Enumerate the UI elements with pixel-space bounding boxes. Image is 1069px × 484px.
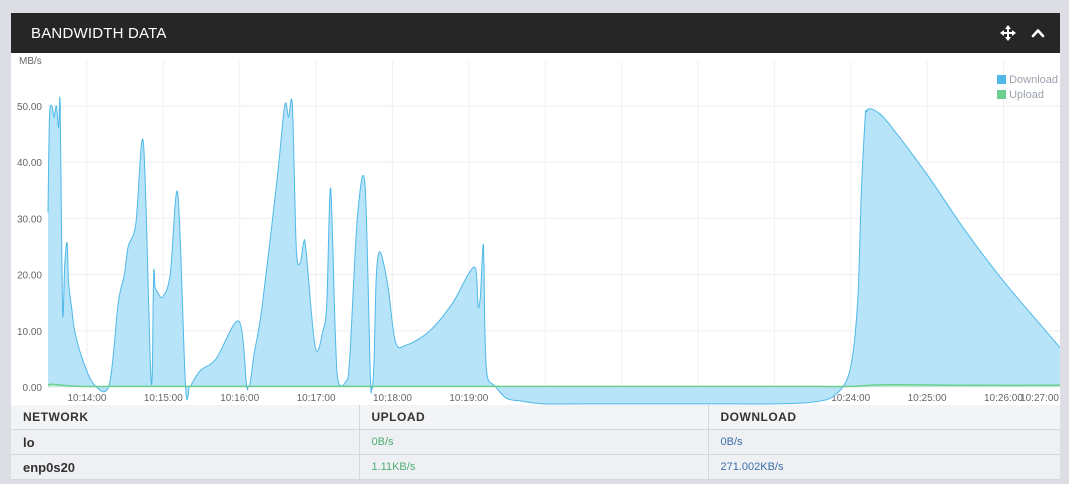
bandwidth-chart: 0.00 10.00 20.00 30.00 40.00 50.00 10:14:00 10:… — [11, 53, 1060, 405]
move-arrows-icon[interactable] — [1000, 25, 1016, 41]
x-tick-label: 10:15:00 — [144, 393, 183, 404]
upload-cell: 1.11KB/s — [359, 454, 709, 480]
network-name-cell: enp0s20 — [11, 454, 360, 480]
network-table: NETWORK UPLOAD DOWNLOAD lo 0B/s 0B/s enp… — [11, 405, 1060, 480]
bandwidth-widget: BANDWIDTH DATA 0.00 10.00 20.00 30.00 40… — [11, 13, 1060, 480]
legend-item-upload[interactable]: Upload — [997, 87, 1058, 102]
x-tick-label: 10:25:00 — [908, 393, 947, 404]
table-header-row: NETWORK UPLOAD DOWNLOAD — [11, 405, 1060, 430]
header-upload[interactable]: UPLOAD — [359, 405, 709, 430]
table-row: enp0s20 1.11KB/s 271.002KB/s — [11, 454, 1060, 480]
chart-legend: Download Upload — [997, 72, 1058, 102]
x-tick-label: 10:19:00 — [449, 393, 488, 404]
legend-swatch-download — [997, 75, 1007, 84]
x-tick-label: 10:27:00 — [1020, 393, 1059, 404]
download-cell: 0B/s — [708, 429, 1060, 455]
widget-title: BANDWIDTH DATA — [31, 24, 167, 42]
y-tick-label: 30.00 — [17, 214, 42, 225]
x-tick-label: 10:24:00 — [831, 393, 870, 404]
header-tools — [1000, 25, 1046, 41]
x-tick-label: 10:14:00 — [67, 393, 106, 404]
y-tick-label: 10.00 — [17, 327, 42, 338]
y-tick-label: 20.00 — [17, 271, 42, 282]
widget-header: BANDWIDTH DATA — [11, 13, 1060, 53]
legend-swatch-upload — [997, 90, 1007, 99]
upload-cell: 0B/s — [359, 429, 709, 455]
x-tick-label: 10:17:00 — [297, 393, 336, 404]
legend-item-download[interactable]: Download — [997, 72, 1058, 87]
header-download[interactable]: DOWNLOAD — [708, 405, 1060, 430]
table-row: lo 0B/s 0B/s — [11, 429, 1060, 455]
y-axis-label: MB/s — [19, 56, 42, 67]
x-tick-label: 10:18:00 — [373, 393, 412, 404]
x-tick-label: 10:16:00 — [220, 393, 259, 404]
header-network[interactable]: NETWORK — [11, 405, 360, 430]
y-tick-label: 0.00 — [23, 383, 43, 394]
y-tick-label: 50.00 — [17, 102, 42, 113]
legend-label-download: Download — [1009, 73, 1058, 86]
x-tick-label: 10:26:00 — [984, 393, 1023, 404]
chevron-up-icon[interactable] — [1030, 25, 1046, 41]
y-tick-label: 40.00 — [17, 158, 42, 169]
chart-svg: 0.00 10.00 20.00 30.00 40.00 50.00 10:14:00 10:… — [17, 56, 1060, 405]
download-cell: 271.002KB/s — [708, 454, 1060, 480]
legend-label-upload: Upload — [1009, 88, 1044, 101]
series-area-download — [48, 97, 1060, 405]
network-name-cell: lo — [11, 429, 360, 455]
